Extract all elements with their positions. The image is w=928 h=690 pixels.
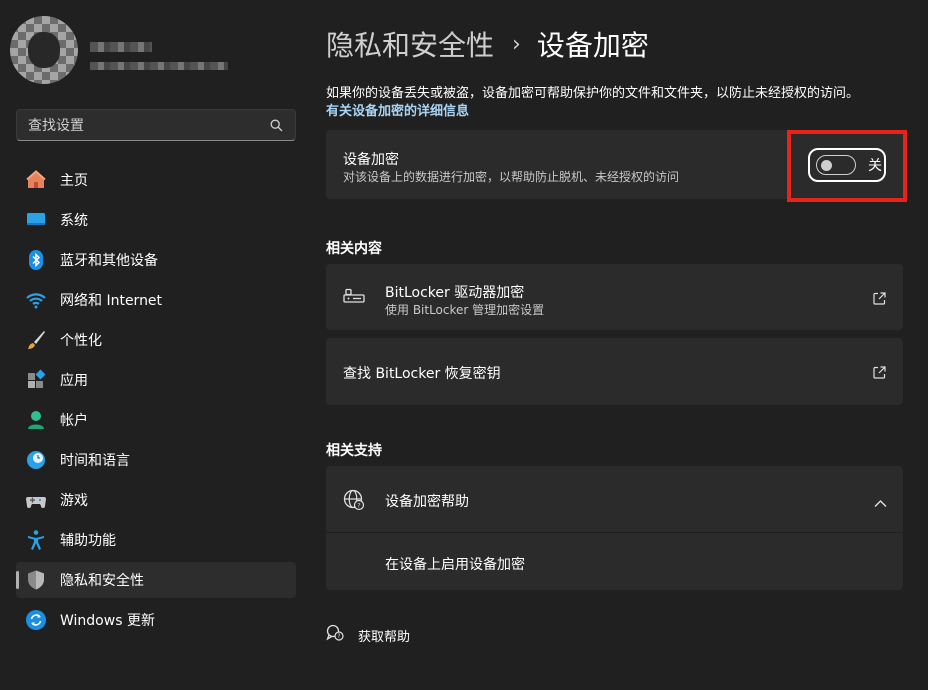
sidebar-item-label: Windows 更新 — [60, 613, 155, 629]
update-icon — [25, 609, 47, 631]
user-profile[interactable] — [10, 16, 310, 96]
sidebar-item-personalization[interactable]: 个性化 — [16, 322, 296, 358]
sidebar-item-label: 主页 — [60, 173, 88, 189]
wifi-icon — [25, 289, 47, 311]
user-name-redacted — [90, 42, 152, 52]
recovery-title: 查找 BitLocker 恢复密钥 — [343, 366, 501, 382]
sidebar-item-label: 隐私和安全性 — [60, 573, 144, 589]
search-icon[interactable] — [270, 119, 283, 132]
get-help-label: 获取帮助 — [358, 629, 411, 645]
sidebar-item-label: 帐户 — [60, 413, 88, 429]
search-input[interactable]: 查找设置 — [28, 115, 84, 135]
help-chat-icon: ? — [326, 624, 344, 646]
avatar — [10, 16, 78, 84]
apps-icon — [25, 369, 47, 391]
sidebar-item-windows-update[interactable]: Windows 更新 — [16, 602, 296, 638]
sidebar-item-label: 个性化 — [60, 333, 102, 349]
encryption-help-card: ? 设备加密帮助 在设备上启用设备加密 — [326, 466, 903, 590]
accessibility-icon — [25, 529, 47, 551]
device-encryption-card: 设备加密 对该设备上的数据进行加密，以帮助防止脱机、未经授权的访问 关 — [326, 130, 907, 202]
related-support-heading: 相关支持 — [326, 443, 382, 459]
search-box[interactable]: 查找设置 — [16, 109, 296, 141]
help-title: 设备加密帮助 — [385, 494, 469, 510]
bitlocker-title: BitLocker 驱动器加密 — [385, 285, 525, 301]
chevron-up-icon[interactable] — [874, 493, 887, 512]
red-highlight-box — [787, 130, 907, 202]
learn-more-link[interactable]: 有关设备加密的详细信息 — [326, 100, 469, 119]
help-expander-header[interactable]: ? 设备加密帮助 — [326, 466, 903, 533]
sidebar: 查找设置 主页 系统 蓝牙和其他设备 网络和 Internet 个性化 应用 帐… — [0, 0, 310, 690]
account-icon — [25, 409, 47, 431]
globe-icon: ? — [343, 489, 365, 515]
sidebar-item-label: 游戏 — [60, 493, 88, 509]
gamepad-icon — [25, 489, 47, 511]
sidebar-item-gaming[interactable]: 游戏 — [16, 482, 296, 518]
encryption-subtitle: 对该设备上的数据进行加密，以帮助防止脱机、未经授权的访问 — [343, 170, 680, 184]
system-icon — [25, 209, 47, 231]
sidebar-item-time-language[interactable]: 时间和语言 — [16, 442, 296, 478]
sidebar-item-system[interactable]: 系统 — [16, 202, 296, 238]
sidebar-item-accessibility[interactable]: 辅助功能 — [16, 522, 296, 558]
svg-text:?: ? — [357, 501, 360, 509]
help-link-enable-encryption[interactable]: 在设备上启用设备加密 — [385, 554, 525, 574]
breadcrumb-parent[interactable]: 隐私和安全性 — [326, 24, 494, 64]
bitlocker-card[interactable]: BitLocker 驱动器加密 使用 BitLocker 管理加密设置 — [326, 264, 903, 330]
sidebar-item-bluetooth[interactable]: 蓝牙和其他设备 — [16, 242, 296, 278]
sidebar-item-label: 应用 — [60, 373, 88, 389]
sidebar-item-label: 网络和 Internet — [60, 293, 163, 309]
sidebar-item-privacy-security[interactable]: 隐私和安全性 — [16, 562, 296, 598]
get-help-link[interactable]: ? 获取帮助 — [326, 624, 410, 646]
external-link-icon — [873, 364, 886, 383]
encryption-title: 设备加密 — [343, 152, 399, 168]
sidebar-item-accounts[interactable]: 帐户 — [16, 402, 296, 438]
shield-icon — [25, 569, 47, 591]
page-description: 如果你的设备丢失或被盗，设备加密可帮助保护你的文件和文件夹，以防止未经授权的访问… — [326, 86, 860, 101]
breadcrumb: 隐私和安全性 › 设备加密 — [326, 24, 649, 64]
sidebar-item-label: 时间和语言 — [60, 453, 130, 469]
bitlocker-subtitle: 使用 BitLocker 管理加密设置 — [385, 303, 545, 317]
clock-globe-icon — [25, 449, 47, 471]
page-title: 设备加密 — [536, 29, 649, 62]
breadcrumb-separator: › — [512, 31, 521, 57]
sidebar-item-apps[interactable]: 应用 — [16, 362, 296, 398]
related-content-heading: 相关内容 — [326, 241, 382, 257]
user-email-redacted — [90, 62, 228, 70]
bluetooth-icon — [25, 249, 47, 271]
sidebar-nav: 主页 系统 蓝牙和其他设备 网络和 Internet 个性化 应用 帐户 时间和… — [16, 162, 296, 642]
sidebar-item-label: 蓝牙和其他设备 — [60, 253, 158, 269]
external-link-icon — [873, 290, 886, 309]
svg-text:?: ? — [337, 633, 340, 640]
drive-lock-icon — [343, 288, 365, 308]
bitlocker-recovery-card[interactable]: 查找 BitLocker 恢复密钥 — [326, 338, 903, 405]
sidebar-item-home[interactable]: 主页 — [16, 162, 296, 198]
home-icon — [25, 169, 47, 191]
sidebar-item-label: 辅助功能 — [60, 533, 116, 549]
sidebar-item-label: 系统 — [60, 213, 88, 229]
sidebar-item-network[interactable]: 网络和 Internet — [16, 282, 296, 318]
brush-icon — [25, 329, 47, 351]
